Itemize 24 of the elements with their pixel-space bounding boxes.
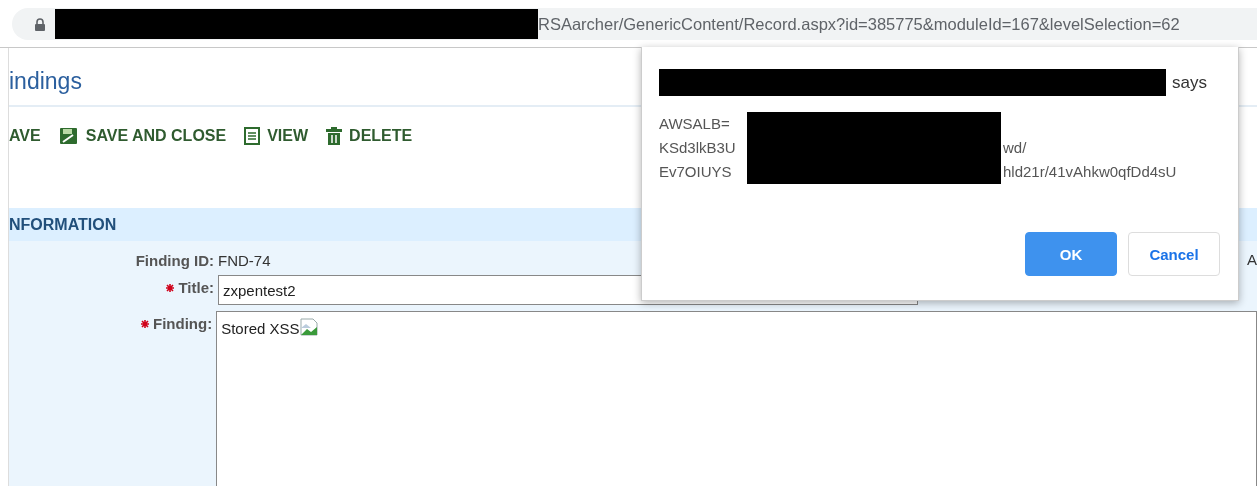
address-bar[interactable]: RSAarcher/GenericContent/Record.aspx?id=385775&moduleId=167&levelSelection=62 bbox=[12, 8, 1257, 40]
cancel-button[interactable]: Cancel bbox=[1128, 232, 1220, 276]
save-close-icon bbox=[58, 127, 79, 145]
trash-icon bbox=[326, 127, 343, 145]
save-button[interactable]: AVE bbox=[9, 127, 41, 151]
field-label: A bbox=[1247, 251, 1257, 268]
cookie-text: hld21r/41vAhkw0qfDd4sU bbox=[1003, 162, 1177, 182]
field-value: FND-74 bbox=[218, 251, 271, 269]
cookie-text: KSd3lkB3U bbox=[659, 138, 736, 158]
field-label: Title: bbox=[178, 279, 214, 296]
save-and-close-button[interactable]: SAVE AND CLOSE bbox=[58, 127, 227, 151]
delete-button[interactable]: DELETE bbox=[326, 127, 413, 151]
field-label: Finding ID: bbox=[135, 252, 214, 269]
finding-field[interactable]: Stored XSS bbox=[216, 311, 1257, 486]
field-value: Stored XSS bbox=[221, 320, 300, 337]
lock-icon bbox=[35, 17, 45, 31]
cookie-text: wd/ bbox=[1003, 138, 1027, 158]
cookie-text: Ev7OIUYS bbox=[659, 162, 732, 182]
url-text: RSAarcher/GenericContent/Record.aspx?id=385775&moduleId=167&levelSelection=62 bbox=[538, 14, 1180, 34]
document-icon bbox=[244, 127, 261, 145]
cookie-text: AWSALB= bbox=[659, 114, 730, 134]
field-label: Finding: bbox=[153, 315, 213, 332]
view-button[interactable]: VIEW bbox=[244, 127, 309, 151]
dialog-title: says bbox=[1172, 72, 1207, 93]
